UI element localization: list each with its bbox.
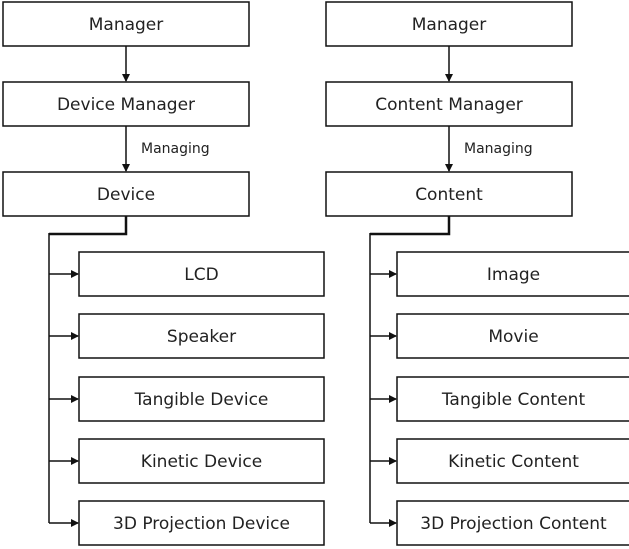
right-child-box-label: Kinetic Content: [448, 452, 579, 472]
right-tree-connector: [370, 216, 451, 236]
left-sub-manager-box-label: Device Manager: [57, 95, 195, 115]
right-manager-box: Manager: [325, 1, 573, 47]
left-root-box-label: Device: [97, 185, 155, 205]
right-child-box: 3D Projection Content: [396, 500, 629, 546]
left-child-box-label: Tangible Device: [134, 390, 269, 410]
left-child-box: Tangible Device: [78, 376, 325, 422]
right-child-box-label: Image: [487, 265, 540, 285]
management-hierarchy-diagram: Manager Device Manager Managing Device LCD Sp…: [2, 1, 629, 546]
left-child-box: LCD: [78, 251, 325, 297]
left-child-box-label: Kinetic Device: [141, 452, 262, 472]
left-child-box-label: Speaker: [167, 327, 236, 347]
right-child-box: Tangible Content: [396, 376, 629, 422]
left-root-box: Device: [2, 171, 250, 217]
left-child-box: Kinetic Device: [78, 438, 325, 484]
right-child-box-label: 3D Projection Content: [420, 514, 607, 534]
right-managing-label: Managing: [464, 141, 533, 157]
left-managing-label: Managing: [141, 141, 210, 157]
right-child-box-label: Movie: [488, 327, 538, 347]
left-child-box: Speaker: [78, 313, 325, 359]
right-root-box: Content: [325, 171, 573, 217]
right-sub-manager-box: Content Manager: [325, 81, 573, 127]
right-child-box: Movie: [396, 313, 629, 359]
left-child-box-label: 3D Projection Device: [113, 514, 290, 534]
right-manager-box-label: Manager: [412, 15, 487, 35]
left-manager-box: Manager: [2, 1, 250, 47]
left-sub-manager-box: Device Manager: [2, 81, 250, 127]
right-root-box-label: Content: [415, 185, 483, 205]
right-child-box: Image: [396, 251, 629, 297]
left-child-box: 3D Projection Device: [78, 500, 325, 546]
left-tree-connector: [49, 216, 128, 236]
right-child-box: Kinetic Content: [396, 438, 629, 484]
left-manager-box-label: Manager: [89, 15, 164, 35]
right-child-box-label: Tangible Content: [441, 390, 586, 410]
left-child-box-label: LCD: [184, 265, 218, 285]
right-sub-manager-box-label: Content Manager: [375, 95, 523, 115]
